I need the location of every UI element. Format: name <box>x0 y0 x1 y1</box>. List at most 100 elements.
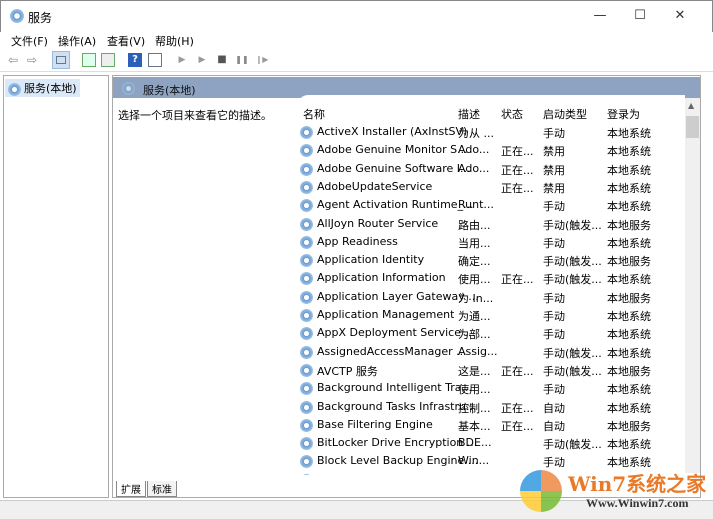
service-name: Adobe Genuine Monitor S... <box>317 143 468 157</box>
service-description: 这是... <box>458 364 491 378</box>
table-row[interactable]: BitLocker Drive Encryption ... BDE... 手动(触… <box>298 434 685 452</box>
service-gear-icon <box>300 473 313 475</box>
service-log-on-as: 本地服务 <box>607 291 651 305</box>
column-header-status[interactable]: 状态 <box>501 106 523 122</box>
service-description: 当用... <box>458 236 491 250</box>
table-row[interactable]: Adobe Genuine Software I... Ado... 正在... 禁用… <box>298 160 685 178</box>
service-name: Application Information <box>317 271 446 285</box>
service-startup-type: 手动 <box>543 236 565 250</box>
service-log-on-as: 本地系统 <box>607 163 651 177</box>
stop-icon[interactable]: ■ <box>215 53 229 67</box>
service-description: 为 In... <box>458 291 494 305</box>
column-header-description[interactable]: 描述 <box>458 106 480 122</box>
maximize-button[interactable]: ☐ <box>625 6 655 26</box>
start-alt-icon[interactable]: ▶ <box>195 53 209 67</box>
table-row[interactable]: App Readiness 当用... 手动 本地系统 <box>298 233 685 251</box>
tree-item-services-local[interactable]: 服务(本地) <box>5 79 80 97</box>
watermark-url: Www.Winwin7.com <box>586 496 689 510</box>
table-row[interactable]: Background Intelligent Tra... 使用... 手动 本地系统 <box>298 379 685 397</box>
minimize-button[interactable]: — <box>585 6 615 26</box>
service-name: Block Level Backup Engine ... <box>317 454 479 468</box>
table-row[interactable]: Agent Activation Runtime_... Runt... 手动 本地系… <box>298 196 685 214</box>
menu-file[interactable]: 文件(F) <box>11 33 48 49</box>
service-log-on-as: 本地系统 <box>607 127 651 140</box>
service-description: 控制... <box>458 401 491 415</box>
help-icon[interactable]: ? <box>128 53 142 67</box>
table-row[interactable]: Application Information 使用... 正在... 手动(触发..… <box>298 269 685 287</box>
menu-view[interactable]: 查看(V) <box>107 33 145 49</box>
service-status: 正在... <box>501 181 534 195</box>
service-startup-type: 禁用 <box>543 163 565 177</box>
table-row[interactable]: Base Filtering Engine 基本... 正在... 自动 本地服务 <box>298 416 685 434</box>
back-icon[interactable]: ⇦ <box>6 53 20 67</box>
scroll-up-icon[interactable]: ▲ <box>688 101 694 110</box>
watermark-brand: Win7系统之家 <box>568 472 707 496</box>
service-gear-icon <box>300 400 313 414</box>
service-startup-type: 手动 <box>543 127 565 140</box>
tab-extended[interactable]: 扩展 <box>116 481 146 497</box>
menu-action[interactable]: 操作(A) <box>58 33 96 49</box>
service-gear-icon <box>300 290 313 304</box>
refresh-icon[interactable] <box>82 53 96 67</box>
scrollbar-thumb[interactable] <box>686 116 699 138</box>
table-row[interactable]: AssignedAccessManager ... Assig... 手动(触发..… <box>298 343 685 361</box>
list-header: 名称 描述 状态 启动类型 登录为 <box>298 104 685 122</box>
table-row[interactable]: Application Layer Gateway ... 为 In... 手动 本地… <box>298 288 685 306</box>
table-row[interactable]: AVCTP 服务 这是... 正在... 手动(触发... 本地服务 <box>298 361 685 379</box>
service-status: 正在... <box>501 145 534 159</box>
service-gear-icon <box>300 437 313 451</box>
menu-help[interactable]: 帮助(H) <box>155 33 194 49</box>
close-button[interactable]: ✕ <box>665 6 695 26</box>
service-startup-type: 手动(触发... <box>543 273 602 287</box>
table-row[interactable]: Application Identity 确定... 手动(触发... 本地服务 <box>298 251 685 269</box>
service-name: Adobe Genuine Software I... <box>317 161 471 175</box>
show-hide-tree-button[interactable] <box>52 51 70 69</box>
service-name: Application Identity <box>317 253 425 267</box>
forward-icon[interactable]: ⇨ <box>25 53 39 67</box>
service-log-on-as: 本地系统 <box>607 401 651 415</box>
console-tree <box>3 75 109 498</box>
service-startup-type: 手动(触发... <box>543 438 602 452</box>
service-log-on-as: 本地系统 <box>607 145 651 159</box>
table-row[interactable]: Adobe Genuine Monitor S... Ado... 正在... 禁用 本… <box>298 141 685 159</box>
properties-icon[interactable] <box>148 53 162 67</box>
service-log-on-as: 本地系统 <box>607 181 651 195</box>
service-status: 正在... <box>501 401 534 415</box>
services-list: 名称 描述 状态 启动类型 登录为 ActiveX Installer (AxI… <box>298 95 685 475</box>
tab-standard[interactable]: 标准 <box>147 481 177 497</box>
column-header-log-on-as[interactable]: 登录为 <box>607 106 640 122</box>
service-description: BDE... <box>458 436 492 450</box>
service-startup-type: 自动 <box>543 419 565 433</box>
service-log-on-as: 本地系统 <box>607 236 651 250</box>
table-row[interactable]: Application Management 为通... 手动 本地系统 <box>298 306 685 324</box>
console-tree-icon <box>56 56 66 64</box>
table-row[interactable]: AdobeUpdateService 正在... 禁用 本地系统 <box>298 178 685 196</box>
table-row[interactable]: AllJoyn Router Service 路由... 手动(触发... 本地服务 <box>298 215 685 233</box>
service-description: Assig... <box>458 344 498 358</box>
pane-title: 服务(本地) <box>143 84 196 97</box>
table-row[interactable]: Background Tasks Infrastru... 控制... 正在... 自… <box>298 398 685 416</box>
pause-icon[interactable]: ❚❚ <box>235 53 249 67</box>
service-gear-icon <box>300 235 313 249</box>
service-name: Base Filtering Engine <box>317 417 433 431</box>
table-row[interactable]: ActiveX Installer (AxInstSV) 为从 ... 手动 本地系统 <box>298 123 685 141</box>
service-name: Application Management <box>317 308 455 321</box>
vertical-scrollbar[interactable] <box>685 98 700 473</box>
resume-icon[interactable]: ❙▶ <box>255 53 269 67</box>
service-gear-icon <box>300 199 313 213</box>
service-gear-icon <box>300 180 313 194</box>
watermark-logo: Win7系统之家 Www.Winwin7.com <box>520 466 710 516</box>
service-startup-type: 手动(触发... <box>543 255 602 269</box>
service-log-on-as: 本地服务 <box>607 255 651 269</box>
column-header-startup-type[interactable]: 启动类型 <box>543 106 587 122</box>
service-description: 确定... <box>458 255 491 269</box>
service-status: 正在... <box>501 163 534 177</box>
windows-logo-icon <box>520 470 562 512</box>
export-icon[interactable] <box>101 53 115 67</box>
table-row[interactable]: AppX Deployment Service ... 为部... 手动 本地系统 <box>298 324 685 342</box>
service-status: 正在... <box>501 364 534 378</box>
column-header-name[interactable]: 名称 <box>303 106 325 122</box>
start-icon[interactable]: ▶ <box>175 53 189 67</box>
service-startup-type: 手动 <box>543 383 565 397</box>
service-description: 使用... <box>458 383 491 397</box>
